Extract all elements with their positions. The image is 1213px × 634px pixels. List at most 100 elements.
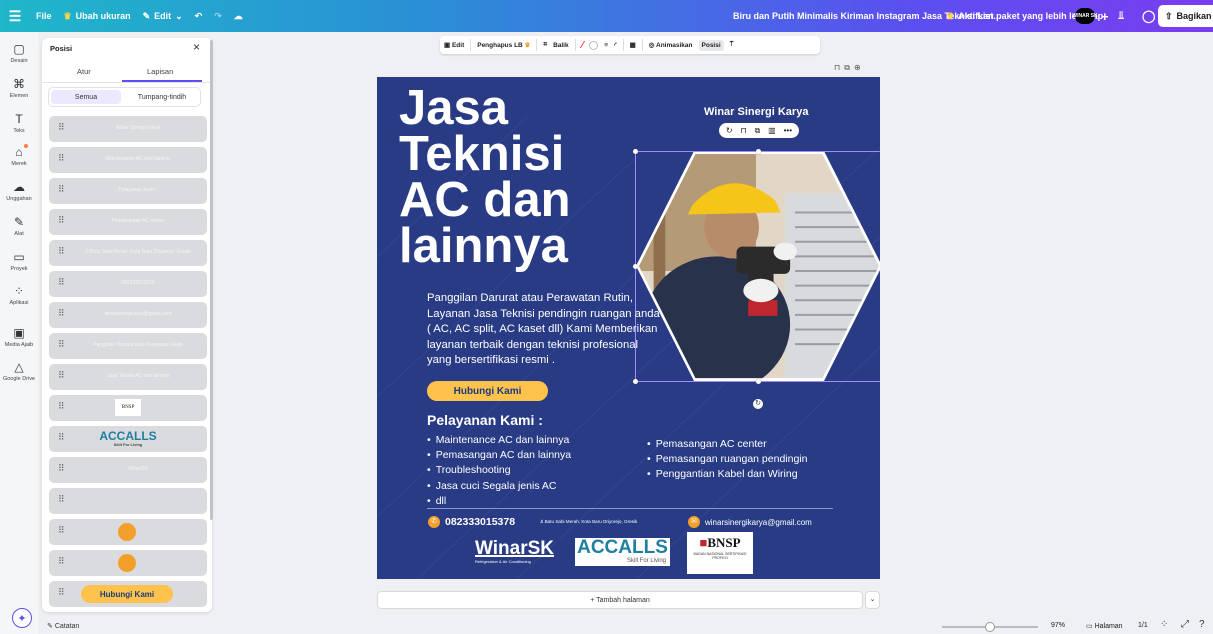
bnsp-logo[interactable]: ■BNSP BADAN NASIONAL SERTIFIKASI PROFESI (687, 532, 753, 574)
avatar[interactable]: WINAR SK (1072, 8, 1098, 24)
close-icon[interactable]: × (193, 40, 200, 54)
zoom-slider-knob[interactable] (985, 622, 995, 632)
intro-paragraph[interactable]: Panggilan Darurat atau Perawatan Rutin, … (427, 291, 662, 369)
drag-handle-icon[interactable]: ⠿ (58, 370, 65, 381)
copy-style-icon[interactable]: ⍑ (730, 41, 734, 49)
rail-item-brand[interactable]: ⌂ Merek (0, 144, 38, 167)
resize-handle[interactable] (756, 149, 761, 154)
undo-button[interactable]: ↶ (189, 5, 209, 27)
bg-remover-button[interactable]: Penghapus LB ♛ (477, 41, 530, 49)
share-button[interactable]: ⇧ Bagikan (1158, 5, 1213, 27)
company-name[interactable]: Winar Sinergi Karya (704, 106, 808, 118)
pages-button[interactable]: ▭ Halaman (1086, 622, 1123, 630)
layer-row[interactable]: ⠿ (49, 488, 207, 514)
layer-row[interactable]: ⠿ Hubungi Kami (49, 581, 207, 607)
analytics-icon[interactable]: ⫫ (1112, 5, 1130, 27)
layer-row[interactable]: ⠿ WinarSK (49, 457, 207, 483)
menu-icon[interactable]: ☰ (0, 5, 30, 27)
drag-handle-icon[interactable]: ⠿ (58, 401, 65, 412)
email-address[interactable]: winarsinergikarya@gmail.com (705, 518, 812, 527)
layer-row[interactable]: ⠿ Winar Sinergi Karya (49, 116, 207, 142)
duplicate-icon[interactable]: ⧉ (755, 126, 761, 136)
services-list-left[interactable]: Maintenance AC dan lainnyaPemasangan AC … (427, 433, 571, 509)
rail-item-google-drive[interactable]: △ Google Drive (0, 360, 38, 382)
drag-handle-icon[interactable]: ⠿ (58, 122, 65, 133)
layer-row[interactable]: ⠿ Panggilan Darurat atau Perawatan Rutin (49, 333, 207, 359)
technician-photo[interactable] (636, 151, 880, 381)
drag-handle-icon[interactable]: ⠿ (58, 494, 65, 505)
magic-assistant-button[interactable]: ✦ (12, 608, 32, 628)
animate-button[interactable]: ◎ Animasikan (649, 41, 693, 49)
drag-handle-icon[interactable]: ⠿ (58, 215, 65, 226)
file-menu[interactable]: File (30, 5, 58, 27)
layer-row[interactable]: ⠿ Pelayanan Kami : (49, 178, 207, 204)
crop-icon[interactable]: ⌗ (543, 41, 547, 49)
drag-handle-icon[interactable]: ⠿ (58, 525, 65, 536)
add-page-button[interactable]: + Tambah halaman (377, 591, 863, 609)
redo-button[interactable]: ↷ (208, 5, 228, 27)
drag-handle-icon[interactable]: ⠿ (58, 277, 65, 288)
headline[interactable]: Jasa Teknisi AC dan lainnya (399, 84, 629, 271)
layer-row[interactable]: ⠿ (49, 519, 207, 545)
add-page-icon[interactable]: ⊕ (854, 63, 865, 72)
winarsk-logo[interactable]: WinarSK Refrigeration & Air Conditioning (475, 539, 559, 568)
edit-menu[interactable]: ✎ Edit ⌄ (137, 5, 189, 27)
filter-all[interactable]: Semua (51, 90, 121, 104)
layer-row[interactable]: ⠿ 082333015378 (49, 271, 207, 297)
drag-handle-icon[interactable]: ⠿ (58, 463, 65, 474)
drag-handle-icon[interactable]: ⠿ (58, 308, 65, 319)
lock-icon[interactable]: ⊓ (740, 126, 746, 135)
layer-row[interactable]: ⠿ (49, 550, 207, 576)
layer-row[interactable]: ⠿ ACCALLS Skill For Living (49, 426, 207, 452)
help-icon[interactable]: ? (1199, 619, 1205, 630)
rail-item-tools[interactable]: ✎ Alat (0, 215, 38, 237)
zoom-level[interactable]: 97% (1051, 622, 1065, 629)
resize-handle[interactable] (756, 379, 761, 384)
tab-layers[interactable]: Lapisan (147, 67, 173, 76)
filter-overlapping[interactable]: Tumpang-tindih (127, 90, 197, 104)
position-button[interactable]: Posisi (698, 39, 724, 51)
drag-handle-icon[interactable]: ⠿ (58, 556, 65, 567)
address[interactable]: Jl.Batu Sabi Merah, Kota Baru Driyorejo,… (540, 519, 637, 524)
resize-handle[interactable] (633, 379, 638, 384)
drag-handle-icon[interactable]: ⠿ (58, 339, 65, 350)
border-color-icon[interactable]: ⁄ (582, 40, 584, 51)
phone-number[interactable]: 082333015378 (445, 516, 515, 528)
rail-item-elements[interactable]: ⌘ Elemen (0, 77, 38, 99)
line-weight-icon[interactable]: ≡ (604, 42, 608, 49)
fullscreen-icon[interactable]: ⤢ (1181, 619, 1189, 630)
layer-row[interactable]: ⠿ BNSP (49, 395, 207, 421)
tab-arrange[interactable]: Atur (77, 67, 91, 76)
layer-row[interactable]: ⠿ Pemasangan AC center (49, 209, 207, 235)
drag-handle-icon[interactable]: ⠿ (58, 184, 65, 195)
contact-button[interactable]: Hubungi Kami (427, 381, 548, 401)
panel-scrollbar[interactable] (210, 40, 213, 520)
trash-icon[interactable]: ▥ (768, 126, 776, 135)
resize-button[interactable]: ♛ Ubah ukuran (58, 5, 137, 27)
edit-image-button[interactable]: ▣ Edit (444, 41, 464, 49)
layer-row[interactable]: ⠿ winarsinergikarya@gmail.com (49, 302, 207, 328)
layer-row[interactable]: ⠿ Maintenance AC dan lainnya (49, 147, 207, 173)
resize-handle[interactable] (633, 264, 638, 269)
design-page[interactable]: Jasa Teknisi AC dan lainnya Winar Sinerg… (377, 77, 880, 579)
drag-handle-icon[interactable]: ⠿ (58, 153, 65, 164)
rail-item-magic-media[interactable]: ▣ Media Ajaib (0, 326, 38, 348)
chevron-down-icon[interactable]: ⌄ (865, 591, 880, 609)
notes-button[interactable]: ✎ Catatan (47, 622, 79, 630)
duplicate-page-icon[interactable]: ⧉ (844, 63, 854, 72)
layer-row[interactable]: ⠿ Jl.Batu Sabi Merah, Kota Baru Driyorejo… (49, 240, 207, 266)
rail-item-text[interactable]: T Teks (0, 112, 38, 134)
rail-item-projects[interactable]: ▭ Proyek (0, 250, 38, 272)
cloud-save-button[interactable]: ☁ (228, 5, 249, 27)
rotate-icon[interactable]: ↻ (726, 126, 733, 135)
rotate-handle-icon[interactable]: ↻ (753, 399, 763, 409)
rail-item-uploads[interactable]: ☁ Unggahan (0, 180, 38, 202)
services-list-right[interactable]: Pemasangan AC centerPemasangan ruangan p… (647, 437, 808, 483)
rail-item-design[interactable]: ▢ Desain (0, 42, 38, 64)
layer-row[interactable]: ⠿ Jasa Teknisi AC dan lainnya (49, 364, 207, 390)
flip-button[interactable]: Balik (553, 42, 569, 49)
drag-handle-icon[interactable]: ⠿ (58, 432, 65, 443)
lock-icon[interactable]: ⊓ (834, 63, 844, 72)
resize-handle[interactable] (633, 149, 638, 154)
grid-view-icon[interactable]: ⁘ (1160, 619, 1168, 630)
